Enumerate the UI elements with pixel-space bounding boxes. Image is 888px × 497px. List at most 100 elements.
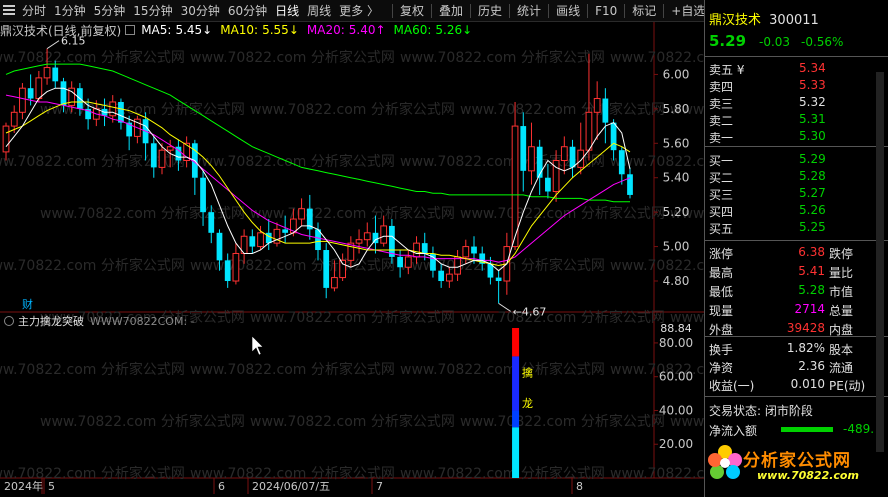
candle-body [585, 111, 593, 151]
finance-event-marker[interactable]: 财 [22, 297, 33, 311]
candle-body [43, 67, 51, 79]
candle-body [520, 126, 527, 171]
candle-body [569, 146, 576, 168]
toolbar-item[interactable]: 60分钟 [224, 0, 271, 22]
candle-body [618, 150, 625, 175]
watermark-text: www.70822.com 分析家公式网 [0, 49, 185, 66]
indicator-bar-segment [512, 410, 520, 428]
stat-row: 最高 5.41 量比 [705, 263, 888, 280]
bid-price: 5.28 [799, 169, 826, 183]
bid-row[interactable]: 买一 5.29 [705, 151, 888, 168]
watermark-text: www.70822.com 分析家公式网 [460, 413, 665, 430]
candle-body [216, 232, 223, 261]
candle-body [528, 146, 535, 172]
time-axis-label: 8 [576, 480, 583, 493]
ask-row[interactable]: 卖三 5.32 [705, 94, 888, 111]
toolbar-item[interactable]: 复权 [396, 0, 428, 22]
toolbar-item[interactable]: 5分钟 [90, 0, 130, 22]
toolbar-item[interactable]: 历史 [474, 0, 506, 22]
price-tick-label: 4.80 [663, 274, 690, 288]
toolbar-separator [548, 3, 550, 18]
ma10-label: MA10: [220, 23, 259, 37]
toolbar-item[interactable]: 周线 [303, 0, 335, 22]
candle-body [462, 246, 470, 258]
indicator-settings-icon[interactable] [4, 316, 14, 326]
net-flow-bar [781, 427, 833, 432]
ask-label: 卖四 [709, 80, 734, 94]
toolbar-item[interactable]: 15分钟 [129, 0, 176, 22]
toolbar-item[interactable]: 分时 [18, 0, 50, 22]
toolbar-separator [624, 3, 626, 18]
stat-label: 现量 [709, 304, 734, 318]
bid-row[interactable]: 买五 5.25 [705, 219, 888, 236]
ask-row[interactable]: 卖一 5.30 [705, 128, 888, 145]
candle-body [536, 146, 543, 178]
bid-row[interactable]: 买三 5.27 [705, 185, 888, 202]
stock-name: 鼎汉技术 [709, 13, 762, 28]
toolbar-item[interactable]: 统计 [513, 0, 545, 22]
candle-body [545, 177, 551, 192]
ask-label: 卖二 [709, 114, 734, 128]
indicator-bar-segment [512, 356, 520, 411]
candle-body [413, 242, 420, 258]
watermark-text: www.70822.com 分析家公式网 [460, 205, 665, 222]
stat-label-2: 总量 [829, 304, 854, 318]
toolbar-item[interactable]: 叠加 [435, 0, 467, 22]
bid-label: 买三 [709, 188, 734, 202]
price-tick-label: 5.00 [663, 240, 690, 254]
finance-value: 2.36 [798, 359, 825, 373]
toolbar-item[interactable]: 更多 〉 [335, 0, 383, 22]
watermark-text: www.70822.com 分析家公式网 [0, 361, 185, 378]
net-flow-row: 净流入额 -489. [705, 421, 888, 438]
candle-body [421, 243, 428, 254]
indicator-top-value: 88.84 [660, 322, 692, 335]
last-price: 5.29 [709, 32, 747, 50]
toolbar-item[interactable]: 标记 [628, 0, 660, 22]
trade-status: 交易状态: 闭市阶段 [709, 404, 813, 418]
candle-body [118, 101, 124, 123]
period-menu-icon[interactable] [3, 4, 15, 17]
settings-icon[interactable] [125, 25, 136, 35]
main-chart-header: 鼎汉技术(日线,前复权) MA5: 5.45↓ MA10: 5.55↓ MA20… [0, 22, 476, 38]
candle-body [52, 67, 59, 82]
ask-row[interactable]: 卖四 5.33 [705, 77, 888, 94]
toolbar-item[interactable]: 画线 [552, 0, 584, 22]
toolbar-item[interactable]: 日线 [271, 0, 303, 22]
watermark-text: www.70822.com 分析家公式网 [400, 361, 605, 378]
candle-body [282, 229, 289, 233]
watermark-text: www.70822.com 分析家公式网 [400, 49, 605, 66]
watermark-text: www.70822.com 分析家公式网 [610, 257, 704, 274]
toolbar-item[interactable]: F10 [591, 0, 621, 22]
finance-label-2: 股本 [829, 343, 854, 357]
toolbar-item[interactable]: 1分钟 [50, 0, 90, 22]
ask-row[interactable]: 卖二 5.31 [705, 111, 888, 128]
candle-body [363, 232, 371, 241]
watermark-text: www.70822.com 分析家公式网 [0, 257, 185, 274]
bid-row[interactable]: 买四 5.26 [705, 202, 888, 219]
candle-body [249, 236, 256, 247]
time-axis-label: 7 [376, 480, 383, 493]
indicator-signal-long: 龙 [522, 397, 533, 410]
ask-price: 5.30 [799, 129, 826, 143]
ask-row[interactable]: 卖五 ¥ 5.34 [705, 60, 888, 77]
candle-body [438, 270, 445, 282]
toolbar-item[interactable]: 30分钟 [177, 0, 224, 22]
logo-url: www.70822.com [757, 469, 859, 482]
watermark-text: www.70822.com 分析家公式网 [190, 49, 395, 66]
time-axis-label: 5 [48, 480, 55, 493]
finance-label: 净资 [709, 361, 734, 375]
watermark-text: www.70822.com 分析家公式网 [460, 309, 665, 326]
price-change-pct: -0.56% [801, 35, 844, 49]
right-scrollbar[interactable] [876, 72, 884, 452]
indicator-signal-qin: 擒 [522, 366, 533, 380]
candle-body [404, 256, 412, 268]
bid-row[interactable]: 买二 5.28 [705, 168, 888, 185]
kline-chart[interactable]: www.70822.com 分析家公式网 www.70822.com 分析家公式网… [0, 22, 704, 494]
candle-body [331, 277, 338, 289]
watermark-text: www.70822.com 分析家公式网 [250, 309, 455, 326]
indicator-header: 主力擒龙突破 WWW70822COM: - [0, 313, 195, 329]
indicator-tick-label: 60.00 [659, 370, 693, 384]
candle-body [208, 212, 215, 233]
candle-body [610, 122, 617, 151]
watermark-text: www.70822.com 分析家公式网 [400, 465, 605, 482]
